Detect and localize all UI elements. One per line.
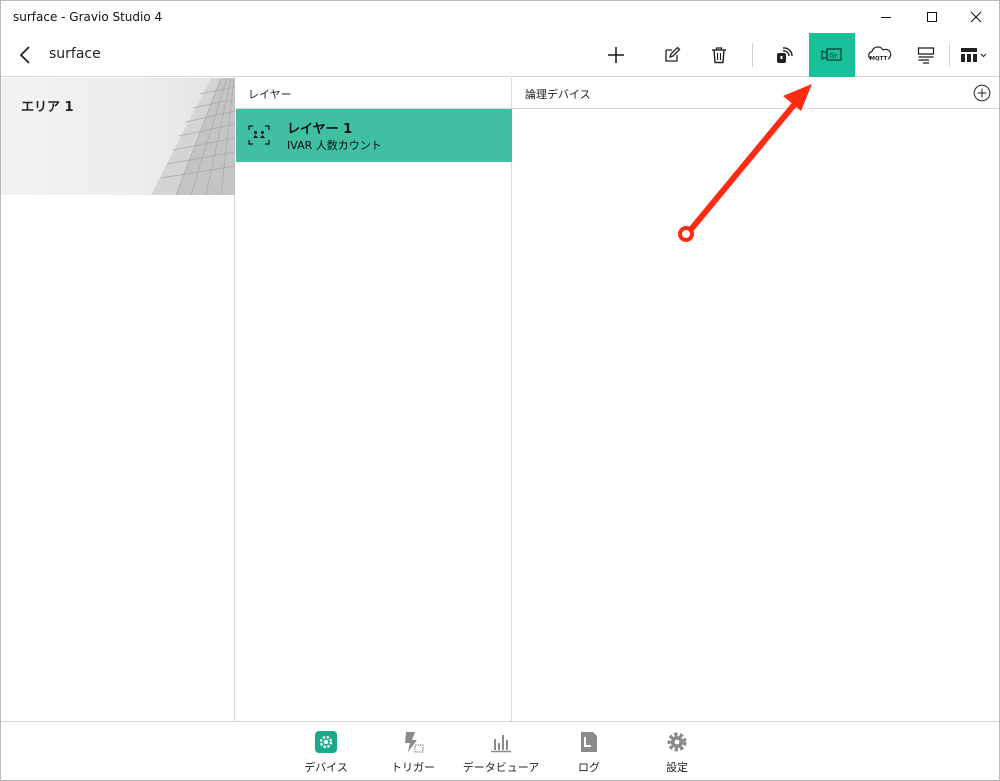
minimize-button[interactable] bbox=[863, 1, 909, 33]
device-panel-title: 論理デバイス bbox=[525, 88, 591, 101]
gravio-camera-icon: Gr bbox=[821, 48, 842, 61]
trash-icon bbox=[712, 47, 726, 64]
bottom-navigation: デバイス トリガー データビューア ログ 設定 bbox=[1, 721, 999, 780]
maximize-icon bbox=[927, 12, 937, 22]
area-name: エリア 1 bbox=[21, 100, 74, 115]
area-card[interactable]: エリア 1 bbox=[1, 78, 235, 195]
gravio-camera-button[interactable]: Gr bbox=[809, 33, 855, 77]
list-view-button[interactable] bbox=[903, 33, 949, 77]
people-count-icon bbox=[248, 125, 270, 145]
nav-item-data-viewer[interactable]: データビューア bbox=[461, 722, 541, 780]
close-button[interactable] bbox=[953, 1, 999, 33]
app-window: surface - Gravio Studio 4 surface Gr MQT… bbox=[0, 0, 1000, 781]
add-button[interactable] bbox=[593, 33, 639, 77]
close-icon bbox=[970, 11, 982, 23]
nav-label-settings: 設定 bbox=[666, 761, 688, 774]
page-title: surface bbox=[49, 46, 101, 62]
svg-text:Gr: Gr bbox=[829, 52, 837, 60]
app-header: surface Gr MQTT bbox=[1, 33, 999, 77]
add-icon bbox=[608, 47, 624, 63]
mqtt-button[interactable]: MQTT bbox=[856, 33, 902, 77]
back-button[interactable] bbox=[11, 41, 39, 69]
layer-name: レイヤー 1 bbox=[287, 122, 353, 137]
list-view-icon bbox=[917, 47, 935, 64]
toolbar-separator bbox=[949, 43, 950, 67]
toolbar-separator bbox=[752, 43, 753, 67]
nav-item-settings[interactable]: 設定 bbox=[637, 722, 717, 780]
add-device-circle-icon[interactable] bbox=[973, 84, 991, 102]
layout-dropdown-icon bbox=[961, 48, 987, 62]
nav-label-triggers: トリガー bbox=[391, 761, 435, 774]
data-viewer-icon bbox=[489, 730, 513, 754]
logical-device-panel: 論理デバイス bbox=[512, 78, 999, 721]
gear-device-icon bbox=[314, 730, 338, 754]
layer-panel-title: レイヤー bbox=[248, 88, 292, 101]
minimize-icon bbox=[881, 17, 891, 18]
layer-panel-header: レイヤー bbox=[235, 78, 511, 109]
nav-item-devices[interactable]: デバイス bbox=[286, 722, 366, 780]
title-bar: surface - Gravio Studio 4 bbox=[1, 1, 999, 33]
nav-label-devices: デバイス bbox=[304, 761, 348, 774]
nav-item-triggers[interactable]: トリガー bbox=[373, 722, 453, 780]
edit-icon bbox=[665, 46, 681, 62]
layer-type: IVAR 人数カウント bbox=[287, 139, 382, 152]
edit-button[interactable] bbox=[649, 33, 695, 77]
delete-button[interactable] bbox=[696, 33, 742, 77]
maximize-button[interactable] bbox=[909, 1, 955, 33]
mqtt-icon: MQTT bbox=[868, 46, 892, 62]
layout-dropdown-button[interactable] bbox=[953, 33, 997, 77]
device-panel-header: 論理デバイス bbox=[512, 78, 999, 109]
nfc-button[interactable] bbox=[761, 33, 807, 77]
nfc-icon bbox=[777, 47, 793, 63]
window-title: surface - Gravio Studio 4 bbox=[13, 10, 163, 24]
area-panel: エリア 1 bbox=[1, 78, 235, 721]
trigger-icon bbox=[401, 730, 425, 754]
back-arrow-icon bbox=[19, 46, 30, 64]
log-icon bbox=[577, 730, 601, 754]
settings-icon bbox=[665, 730, 689, 754]
layer-panel: レイヤー レイヤー 1 IVAR 人数カウント bbox=[235, 78, 512, 721]
svg-text:MQTT: MQTT bbox=[870, 56, 888, 62]
nav-label-log: ログ bbox=[578, 761, 600, 774]
layer-list-item[interactable]: レイヤー 1 IVAR 人数カウント bbox=[236, 109, 512, 162]
nav-label-data-viewer: データビューア bbox=[462, 761, 540, 774]
nav-item-log[interactable]: ログ bbox=[549, 722, 629, 780]
